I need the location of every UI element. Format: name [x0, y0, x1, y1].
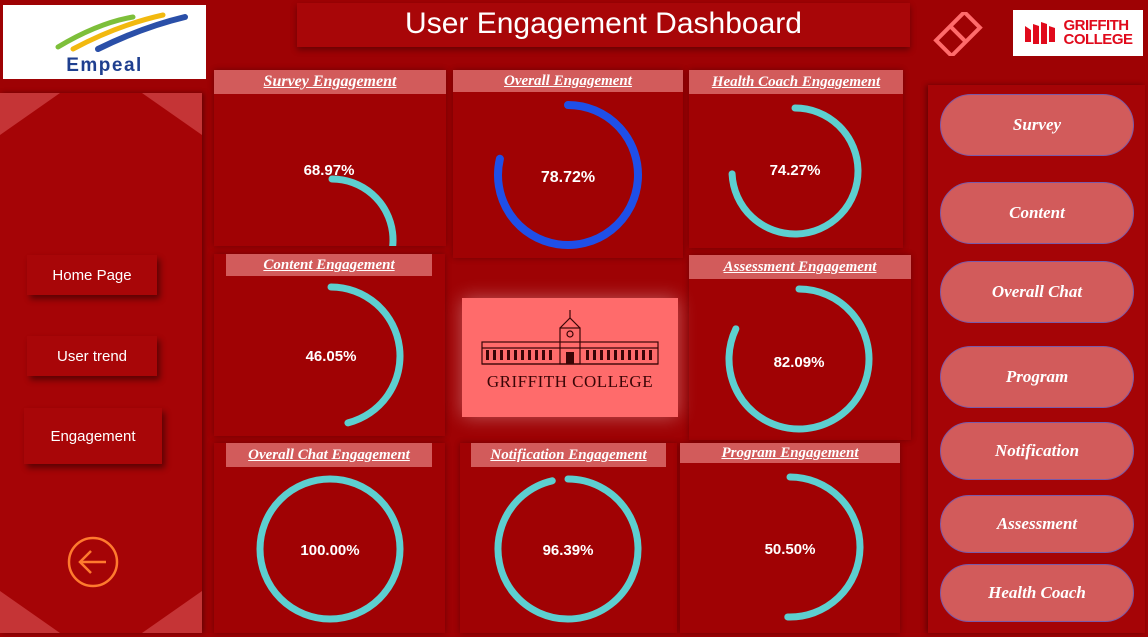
gauge-arc [327, 283, 404, 427]
building-illustration-icon [481, 310, 659, 365]
gauge-arc [494, 475, 642, 623]
gauge-arc [494, 101, 642, 249]
center-image-caption: GRIFFITH COLLEGE [486, 372, 654, 391]
nav-health-coach-button[interactable]: Health Coach [940, 564, 1134, 622]
gauge-value: 50.50% [764, 541, 816, 558]
nav-user-trend-button[interactable]: User trend [27, 336, 157, 376]
gauge-arc [725, 285, 873, 433]
nav-content-button[interactable]: Content [940, 182, 1134, 244]
gauge-arc [784, 473, 864, 621]
nav-engagement-button[interactable]: Engagement [24, 408, 162, 464]
gauge-value: 78.72% [540, 169, 596, 186]
notification-engagement-card[interactable]: Notification Engagement 96.39% [460, 443, 677, 633]
griffith-logo-line2: COLLEGE [1063, 31, 1133, 48]
gauge-value: 82.09% [773, 354, 825, 371]
gauge-arc [728, 104, 862, 238]
nav-notification-button[interactable]: Notification [940, 422, 1134, 480]
nav-overall-chat-button[interactable]: Overall Chat [940, 261, 1134, 323]
content-engagement-card[interactable]: Content Engagement 46.05% [214, 254, 445, 436]
gauge-arc [328, 175, 397, 246]
griffith-crest-icon [1025, 22, 1056, 44]
gauge-value: 68.97% [303, 162, 355, 179]
gauge-value: 74.27% [769, 162, 821, 179]
gauge-value: 100.00% [300, 542, 360, 559]
nav-survey-button[interactable]: Survey [940, 94, 1134, 156]
program-engagement-card[interactable]: Program Engagement 50.50% [680, 443, 900, 633]
empeal-logo: Empeal [3, 5, 206, 79]
health-coach-engagement-card[interactable]: Health Coach Engagement 74.27% [689, 70, 903, 248]
griffith-college-logo: GRIFFITH COLLEGE [1013, 10, 1143, 56]
right-sidebar: Survey Content Overall Chat Program Noti… [928, 85, 1145, 633]
overall-chat-engagement-card[interactable]: Overall Chat Engagement 100.00% [214, 443, 445, 633]
gauge-fill-arc [328, 175, 397, 246]
griffith-college-building-image: GRIFFITH COLLEGE [462, 298, 678, 417]
nav-program-button[interactable]: Program [940, 346, 1134, 408]
back-arrow-icon[interactable] [66, 535, 120, 589]
gauge-value: 96.39% [542, 542, 594, 559]
left-sidebar: Home Page User trend Engagement [0, 93, 202, 633]
survey-engagement-card[interactable]: Survey Engagement 68.97% [214, 70, 446, 246]
eraser-icon[interactable] [932, 9, 984, 59]
gauge-arc [256, 475, 404, 623]
assessment-engagement-card[interactable]: Assessment Engagement 82.09% [689, 255, 911, 440]
nav-assessment-button[interactable]: Assessment [940, 495, 1134, 553]
overall-engagement-card[interactable]: Overall Engagement 78.72% [453, 70, 683, 258]
empeal-logo-text: Empeal [66, 55, 143, 76]
page-title: User Engagement Dashboard [297, 3, 910, 47]
nav-home-page-button[interactable]: Home Page [27, 255, 157, 295]
gauge-value: 46.05% [305, 348, 357, 365]
